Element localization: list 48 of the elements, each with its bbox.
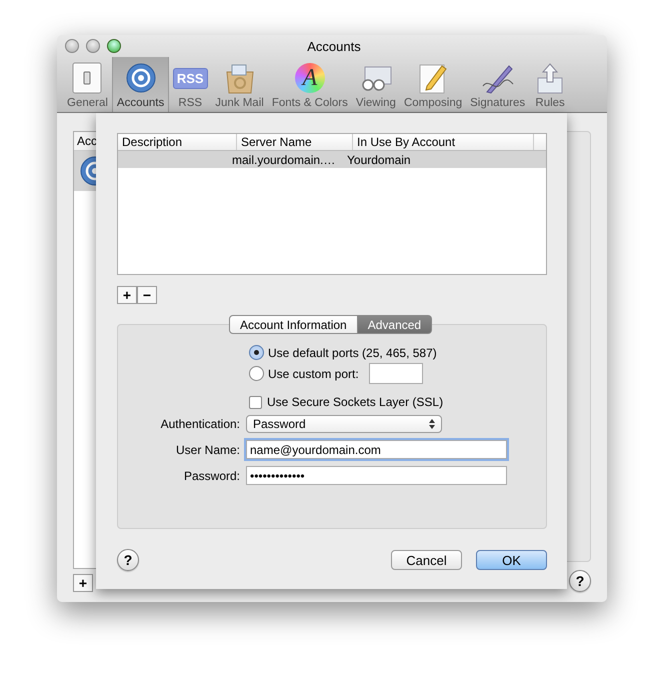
add-button[interactable]: + [117, 286, 137, 304]
zoom-light[interactable] [107, 39, 121, 53]
field-label: Authentication: [160, 417, 240, 431]
column-header[interactable]: In Use By Account [353, 134, 534, 150]
toolbar-item[interactable]: General [63, 57, 112, 112]
radio-label: Use custom port: [268, 366, 359, 380]
checkbox[interactable] [249, 396, 262, 408]
box-icon [224, 62, 256, 94]
radio-button[interactable] [249, 366, 264, 381]
add-button[interactable]: + [73, 574, 93, 592]
toolbar-item[interactable]: Junk Mail [211, 57, 268, 112]
checkbox-label: Use Secure Sockets Layer (SSL) [267, 395, 444, 409]
help-button[interactable]: ? [117, 549, 139, 571]
column-header[interactable]: Description [118, 134, 237, 150]
tab[interactable]: Advanced [358, 315, 432, 334]
table-cell-text: mail.yourdomain.… [231, 152, 336, 166]
radio-button[interactable] [249, 345, 264, 360]
radio-label: Use default ports (25, 465, 587) [268, 346, 437, 360]
toolbar-item[interactable]: Viewing [352, 57, 400, 112]
close-light[interactable] [65, 39, 79, 53]
help-button[interactable]: ? [569, 570, 591, 592]
toolbar-item[interactable]: Composing [400, 57, 466, 112]
table-row[interactable]: mail.yourdomain.… Yourdomain [118, 151, 546, 168]
toolbar-item[interactable]: Signatures [466, 57, 530, 112]
toolbar-item[interactable]: RSS RSS [169, 57, 212, 112]
field-label: User Name: [174, 442, 240, 456]
minimize-light[interactable] [86, 39, 100, 53]
rss-icon: RSS [172, 68, 208, 88]
ok-button[interactable]: OK [476, 550, 547, 570]
authentication-dropdown[interactable]: Password [246, 415, 442, 433]
toolbar-item[interactable]: Rules [529, 57, 572, 112]
toolbar-item[interactable]: Accounts [112, 57, 170, 112]
table-cell-text: Yourdomain [346, 152, 412, 166]
column-header[interactable]: Server Name [237, 134, 353, 150]
stepper-icon [429, 419, 435, 429]
tab[interactable]: Account Information [229, 315, 358, 334]
remove-button[interactable]: − [137, 286, 157, 304]
user-name-field[interactable]: name@yourdomain.com [246, 440, 507, 459]
pencil-icon [418, 62, 448, 94]
toolbar-item[interactable]: A Fonts & Colors [268, 57, 352, 112]
password-field[interactable]: ••••••••••••• [246, 466, 507, 485]
field-label: Password: [182, 468, 240, 482]
arrows-icon [535, 62, 566, 94]
cancel-button[interactable]: Cancel [391, 550, 462, 570]
window-title: Accounts [306, 38, 362, 54]
font-icon: A [294, 63, 325, 93]
switch-icon [72, 62, 102, 94]
port-field[interactable] [368, 363, 423, 384]
